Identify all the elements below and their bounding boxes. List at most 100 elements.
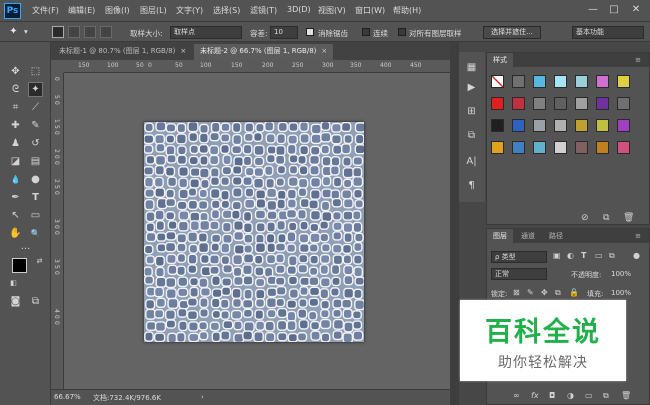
menu-type[interactable]: 文字(Y) [176, 5, 203, 16]
history-panel-icon[interactable]: ▦ [464, 60, 479, 75]
lock-position-icon[interactable]: ✥ [541, 288, 548, 297]
style-swatch[interactable] [512, 75, 525, 88]
all-layers-checkbox[interactable] [398, 28, 406, 36]
delete-style-icon[interactable]: 🗑 [623, 213, 634, 223]
eyedropper-tool-icon[interactable]: ⟋ [28, 100, 43, 115]
style-swatch[interactable] [575, 75, 588, 88]
tab-document-2[interactable]: 未标题-2 @ 66.7% (图层 1, RGB/8) × [194, 44, 334, 60]
menu-filter[interactable]: 滤镜(T) [250, 5, 277, 16]
filter-adjust-icon[interactable]: ◐ [567, 251, 574, 260]
style-swatch[interactable] [554, 141, 567, 154]
blur-tool-icon[interactable]: 💧 [8, 172, 23, 187]
zoom-level[interactable]: 66.67% [54, 393, 81, 401]
brush-tool-icon[interactable]: ✎ [28, 118, 43, 133]
shape-tool-icon[interactable]: ▭ [28, 208, 43, 223]
dodge-tool-icon[interactable]: ● [28, 172, 43, 187]
style-swatch[interactable] [596, 141, 609, 154]
panel-menu-icon[interactable]: ≡ [629, 53, 647, 67]
menu-view[interactable]: 视图(V) [318, 5, 346, 16]
path-selection-tool-icon[interactable]: ↖ [8, 208, 23, 223]
menu-file[interactable]: 文件(F) [32, 5, 59, 16]
new-style-icon[interactable]: ⧉ [603, 213, 609, 223]
subtract-selection-mode-button[interactable] [84, 26, 96, 38]
style-swatch[interactable] [533, 75, 546, 88]
gradient-tool-icon[interactable]: ▤ [28, 154, 43, 169]
lock-artboard-icon[interactable]: ⧉ [555, 288, 561, 298]
style-swatch[interactable] [554, 97, 567, 110]
new-selection-mode-button[interactable] [52, 26, 64, 38]
no-style-icon[interactable]: ⊘ [581, 213, 589, 223]
panel-menu-icon[interactable]: ≡ [629, 229, 647, 243]
intersect-selection-mode-button[interactable] [100, 26, 112, 38]
hand-tool-icon[interactable]: ✋ [8, 226, 23, 241]
filter-smart-icon[interactable]: ⧉ [609, 251, 615, 261]
canvas-scrollbar[interactable] [450, 42, 459, 405]
tolerance-input[interactable]: 10 [270, 26, 298, 39]
tab-close-icon[interactable]: × [321, 47, 327, 55]
contiguous-checkbox[interactable] [362, 28, 370, 36]
marquee-tool-icon[interactable]: ⬚ [28, 64, 43, 79]
style-swatch[interactable] [491, 141, 504, 154]
more-tools-icon[interactable]: ··· [18, 242, 33, 257]
anti-alias-checkbox[interactable] [306, 28, 314, 36]
zoom-tool-icon[interactable]: 🔍 [28, 226, 43, 241]
style-swatch[interactable] [575, 141, 588, 154]
close-button[interactable]: ✕ [628, 3, 644, 17]
layer-style-icon[interactable]: fx [531, 391, 539, 400]
eraser-tool-icon[interactable]: ◪ [8, 154, 23, 169]
blend-mode-select[interactable]: 正常 [491, 268, 547, 280]
workspace-select[interactable]: 基本功能 [572, 26, 644, 39]
default-colors-icon[interactable]: ◧ [6, 276, 21, 291]
style-swatch[interactable] [554, 75, 567, 88]
tool-preset-chevron-icon[interactable]: ▾ [24, 27, 28, 36]
tab-styles[interactable]: 样式 [487, 53, 513, 67]
fill-value[interactable]: 100% [611, 289, 631, 297]
character-panel-icon[interactable]: A| [464, 154, 479, 169]
style-swatch[interactable] [512, 97, 525, 110]
menu-layer[interactable]: 图层(L) [140, 5, 167, 16]
crop-tool-icon[interactable]: ⌗ [8, 100, 23, 115]
style-swatch[interactable] [491, 97, 504, 110]
minimize-button[interactable]: — [585, 3, 601, 17]
layer-mask-icon[interactable]: ◘ [549, 391, 555, 400]
menu-3d[interactable]: 3D(D) [287, 5, 311, 14]
foreground-color-swatch[interactable] [12, 258, 27, 273]
lock-all-icon[interactable]: 🔒 [569, 288, 579, 297]
history-brush-tool-icon[interactable]: ↺ [28, 136, 43, 151]
new-group-icon[interactable]: ▭ [585, 391, 593, 400]
style-swatch[interactable] [491, 119, 504, 132]
style-swatch[interactable] [533, 97, 546, 110]
opacity-value[interactable]: 100% [611, 270, 631, 278]
menu-window[interactable]: 窗口(W) [355, 5, 385, 16]
style-swatch[interactable] [533, 141, 546, 154]
type-tool-icon[interactable]: T [28, 190, 43, 205]
menu-help[interactable]: 帮助(H) [393, 5, 421, 16]
paragraph-panel-icon[interactable]: ¶ [464, 178, 479, 193]
link-layers-icon[interactable]: ∞ [513, 391, 520, 400]
style-swatch[interactable] [596, 97, 609, 110]
document-canvas[interactable] [143, 120, 366, 344]
style-swatch[interactable] [575, 119, 588, 132]
style-swatch[interactable] [596, 119, 609, 132]
style-swatch[interactable] [617, 119, 630, 132]
lock-pixels-icon[interactable]: ✎ [527, 288, 534, 297]
actions-panel-icon[interactable]: ▶ [464, 80, 479, 95]
new-layer-icon[interactable]: ⧉ [603, 391, 609, 401]
style-swatch[interactable] [554, 119, 567, 132]
tab-channels[interactable]: 通道 [515, 229, 541, 243]
menu-image[interactable]: 图像(I) [105, 5, 130, 16]
style-swatch[interactable] [491, 75, 504, 88]
style-swatch[interactable] [596, 75, 609, 88]
tab-document-1[interactable]: 未标题-1 @ 80.7% (图层 1, RGB/8) × [53, 44, 192, 60]
style-swatch[interactable] [512, 119, 525, 132]
style-swatch[interactable] [617, 141, 630, 154]
delete-layer-icon[interactable]: 🗑 [621, 391, 631, 400]
adjustment-layer-icon[interactable]: ◑ [567, 391, 574, 400]
tab-paths[interactable]: 路径 [543, 229, 569, 243]
status-arrow-icon[interactable]: › [201, 393, 204, 401]
menu-select[interactable]: 选择(S) [213, 5, 240, 16]
style-swatch[interactable] [617, 97, 630, 110]
filter-pixel-icon[interactable]: ▣ [553, 251, 561, 260]
clone-stamp-tool-icon[interactable]: ♟ [8, 136, 23, 151]
pen-tool-icon[interactable]: ✒ [8, 190, 23, 205]
